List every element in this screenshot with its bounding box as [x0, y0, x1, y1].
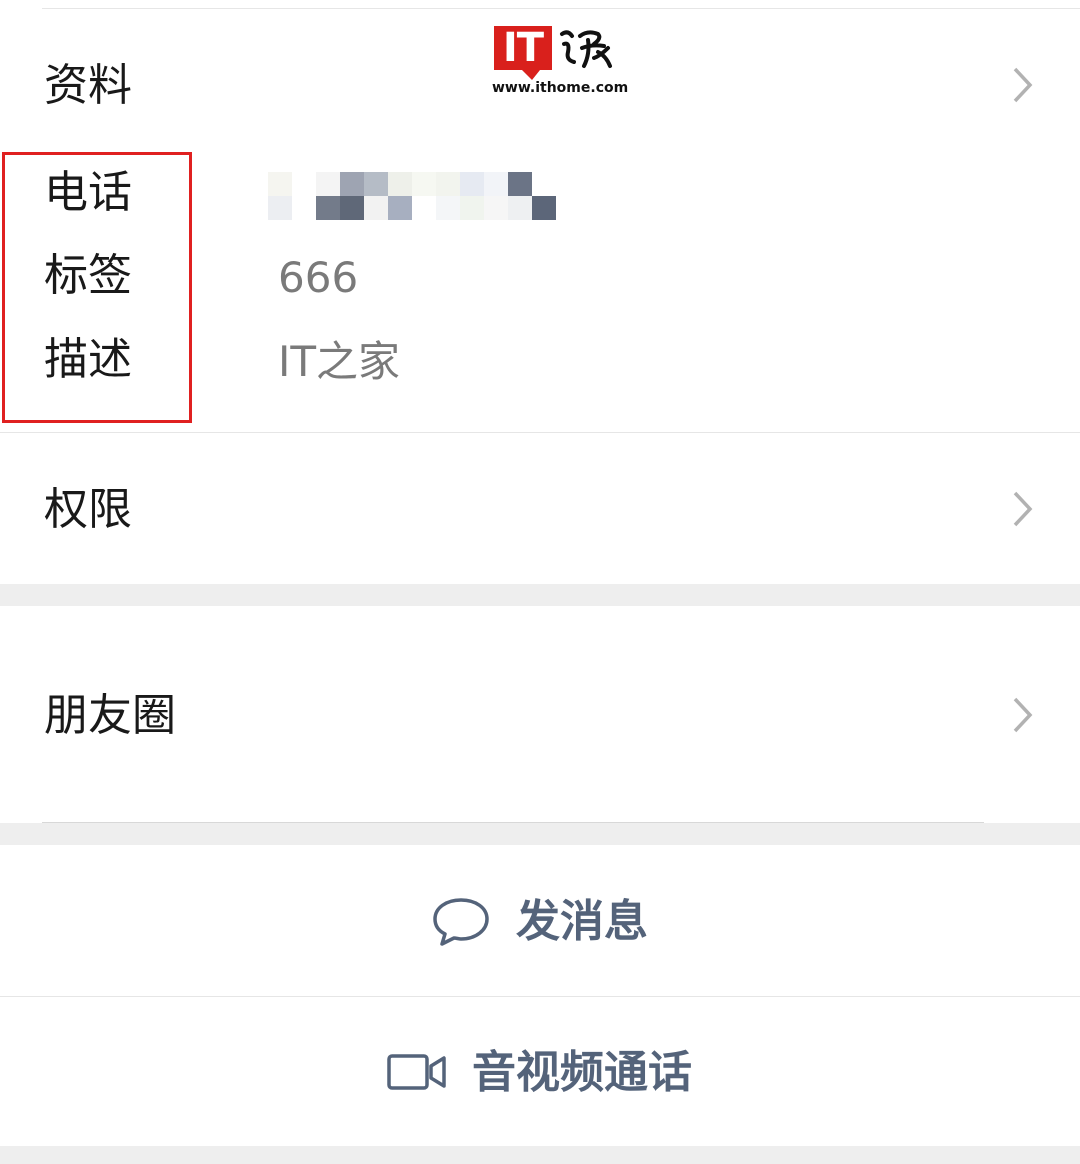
section-separator — [0, 584, 1080, 606]
ithome-url: www.ithome.com — [492, 80, 629, 96]
phone-value-redacted[interactable] — [268, 172, 564, 220]
chevron-right-icon — [1013, 697, 1033, 733]
send-message-label: 发消息 — [516, 896, 648, 947]
permissions-label: 权限 — [44, 484, 132, 535]
chevron-right-icon — [1013, 491, 1033, 527]
ithome-logo-tail — [522, 70, 540, 80]
chevron-right-icon — [1013, 67, 1033, 103]
ithome-watermark: IT www.ithome.com — [490, 26, 628, 96]
ithome-logo-text: IT — [502, 25, 544, 71]
ithome-logo-block: IT — [494, 26, 552, 70]
divider — [0, 996, 1080, 997]
chat-bubble-icon — [433, 898, 489, 946]
profile-label: 资料 — [44, 60, 132, 111]
divider — [0, 432, 1080, 433]
tag-label: 标签 — [44, 250, 132, 301]
top-divider — [42, 8, 1080, 9]
section-separator — [0, 823, 1080, 845]
video-call-label: 音视频通话 — [472, 1047, 692, 1098]
phone-label: 电话 — [44, 167, 132, 218]
video-camera-icon — [387, 1054, 446, 1090]
ithome-logo-calligraphy — [560, 30, 612, 68]
description-value[interactable]: IT之家 — [278, 336, 400, 388]
bottom-band — [0, 1146, 1080, 1164]
description-label: 描述 — [44, 334, 132, 385]
tag-value[interactable]: 666 — [278, 252, 358, 304]
moments-label: 朋友圈 — [44, 690, 176, 741]
